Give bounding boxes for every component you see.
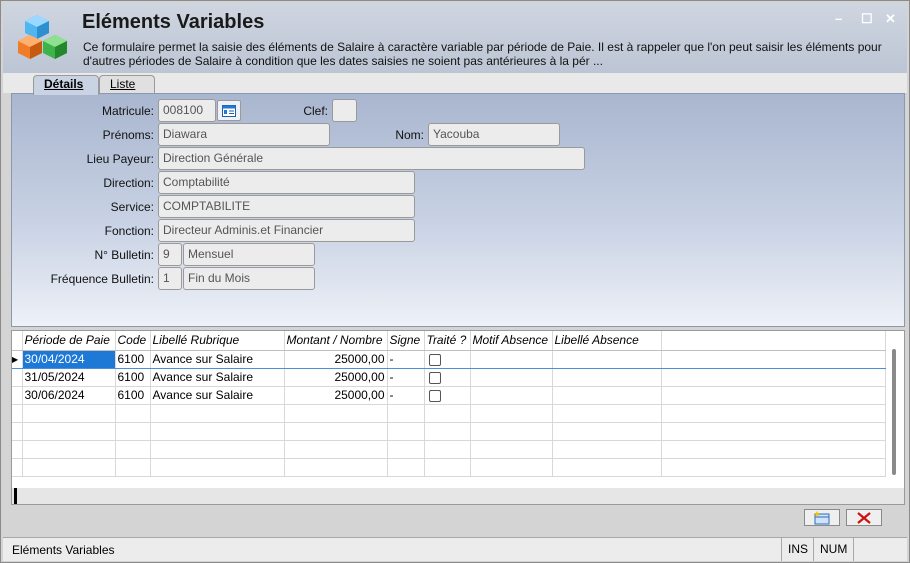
delete-button[interactable]	[846, 509, 882, 526]
cell-libelle[interactable]: Avance sur Salaire	[150, 368, 285, 387]
status-text: Eléments Variables	[12, 543, 115, 557]
grid-header-row: Période de Paie Code Libellé Rubrique Mo…	[12, 331, 886, 351]
tab-liste[interactable]: Liste	[99, 75, 155, 94]
direction-field[interactable]: Comptabilité	[158, 171, 415, 194]
table-row[interactable]: 30/06/2024 6100 Avance sur Salaire 25000…	[12, 386, 886, 405]
form-header: Eléments Variables Ce formulaire permet …	[3, 3, 907, 73]
elements-grid: Période de Paie Code Libellé Rubrique Mo…	[11, 330, 905, 505]
cell-libelle-absence[interactable]	[552, 349, 662, 369]
current-row-marker: ▶	[12, 349, 23, 369]
bulletin-label: N° Bulletin:	[94, 248, 155, 262]
bulletin-type-field[interactable]: Mensuel	[183, 243, 315, 266]
service-label: Service:	[110, 200, 154, 214]
cell-signe[interactable]: -	[387, 386, 425, 405]
tab-bar: Détails Liste	[3, 73, 907, 95]
cell-montant[interactable]: 25000,00	[284, 368, 388, 387]
form-description: Ce formulaire permet la saisie des éléme…	[83, 40, 882, 68]
cell-libelle[interactable]: Avance sur Salaire	[150, 386, 285, 405]
tab-details[interactable]: Détails	[33, 75, 99, 95]
delete-x-icon	[857, 511, 871, 524]
cell-code[interactable]: 6100	[115, 368, 151, 387]
cell-traite[interactable]	[424, 349, 471, 369]
close-button[interactable]: ✕	[885, 11, 896, 27]
grid-footer	[12, 488, 904, 504]
cell-periode[interactable]: 30/06/2024	[22, 386, 116, 405]
traite-checkbox[interactable]	[428, 353, 441, 366]
lieu-payeur-label: Lieu Payeur:	[86, 152, 154, 166]
col-signe[interactable]: Signe	[387, 331, 425, 351]
cell-signe[interactable]: -	[387, 349, 425, 369]
cell-libelle-absence[interactable]	[552, 368, 662, 387]
empty-row[interactable]	[12, 440, 886, 459]
table-row[interactable]: 31/05/2024 6100 Avance sur Salaire 25000…	[12, 368, 886, 387]
elements-table: Période de Paie Code Libellé Rubrique Mo…	[12, 331, 886, 477]
col-filler	[661, 331, 886, 351]
empty-row[interactable]	[12, 404, 886, 423]
employee-picker-button[interactable]	[217, 100, 241, 121]
lieu-payeur-field[interactable]: Direction Générale	[158, 147, 585, 170]
prenoms-label: Prénoms:	[102, 128, 154, 142]
cell-libelle-absence[interactable]	[552, 386, 662, 405]
prenoms-field[interactable]: Diawara	[158, 123, 330, 146]
cell-libelle[interactable]: Avance sur Salaire	[150, 349, 285, 369]
cell-traite[interactable]	[424, 368, 471, 387]
col-montant[interactable]: Montant / Nombre	[284, 331, 388, 351]
ins-indicator: INS	[781, 538, 813, 561]
app-window: Eléments Variables Ce formulaire permet …	[0, 0, 910, 563]
col-libelle-absence[interactable]: Libellé Absence	[552, 331, 662, 351]
cell-periode[interactable]: 30/04/2024	[22, 349, 116, 369]
fonction-label: Fonction:	[104, 224, 154, 238]
colored-cubes-icon	[18, 15, 67, 59]
col-code[interactable]: Code	[115, 331, 151, 351]
status-bar: Eléments Variables INS NUM	[3, 537, 907, 561]
num-indicator: NUM	[813, 538, 853, 561]
cell-signe[interactable]: -	[387, 368, 425, 387]
new-record-button[interactable]	[804, 509, 840, 526]
frequence-field[interactable]: Fin du Mois	[183, 267, 315, 290]
cell-motif[interactable]	[470, 386, 553, 405]
traite-checkbox[interactable]	[428, 371, 441, 384]
direction-label: Direction:	[103, 176, 154, 190]
bulletin-code-field[interactable]: 9	[158, 243, 182, 266]
col-libelle[interactable]: Libellé Rubrique	[150, 331, 285, 351]
col-traite[interactable]: Traité ?	[424, 331, 471, 351]
nom-label: Nom:	[395, 128, 424, 142]
status-extra-pane	[853, 538, 907, 561]
col-motif-absence[interactable]: Motif Absence	[470, 331, 553, 351]
frequence-code-field[interactable]: 1	[158, 267, 182, 290]
grid-scrollbar[interactable]	[892, 349, 896, 475]
col-periode[interactable]: Période de Paie	[22, 331, 116, 351]
empty-row[interactable]	[12, 458, 886, 477]
fonction-field[interactable]: Directeur Adminis.et Financier	[158, 219, 415, 242]
cell-code[interactable]: 6100	[115, 349, 151, 369]
details-panel: Matricule: 008100 Clef: Prénoms: Diawara…	[11, 93, 905, 327]
cell-traite[interactable]	[424, 386, 471, 405]
empty-row[interactable]	[12, 422, 886, 441]
cell-montant[interactable]: 25000,00	[284, 349, 388, 369]
minimize-button[interactable]: –	[835, 11, 842, 26]
form-title: Eléments Variables	[82, 11, 265, 33]
cell-periode[interactable]: 31/05/2024	[22, 368, 116, 387]
service-field[interactable]: COMPTABILITE	[158, 195, 415, 218]
cell-montant[interactable]: 25000,00	[284, 386, 388, 405]
table-row[interactable]: ▶ 30/04/2024 6100 Avance sur Salaire 250…	[12, 349, 886, 369]
id-card-icon	[222, 104, 236, 117]
maximize-button[interactable]: ☐	[861, 11, 873, 27]
grid-footer-marker	[14, 488, 17, 504]
new-record-icon	[814, 510, 830, 524]
cell-motif[interactable]	[470, 349, 553, 369]
matricule-label: Matricule:	[101, 104, 154, 118]
cell-motif[interactable]	[470, 368, 553, 387]
clef-label: Clef:	[303, 104, 328, 118]
clef-field[interactable]	[332, 99, 357, 122]
row-indicator-header	[12, 331, 23, 351]
nom-field[interactable]: Yacouba	[428, 123, 560, 146]
frequence-label: Fréquence Bulletin:	[50, 272, 154, 286]
traite-checkbox[interactable]	[428, 389, 441, 402]
matricule-field[interactable]: 008100	[158, 99, 216, 122]
cell-code[interactable]: 6100	[115, 386, 151, 405]
